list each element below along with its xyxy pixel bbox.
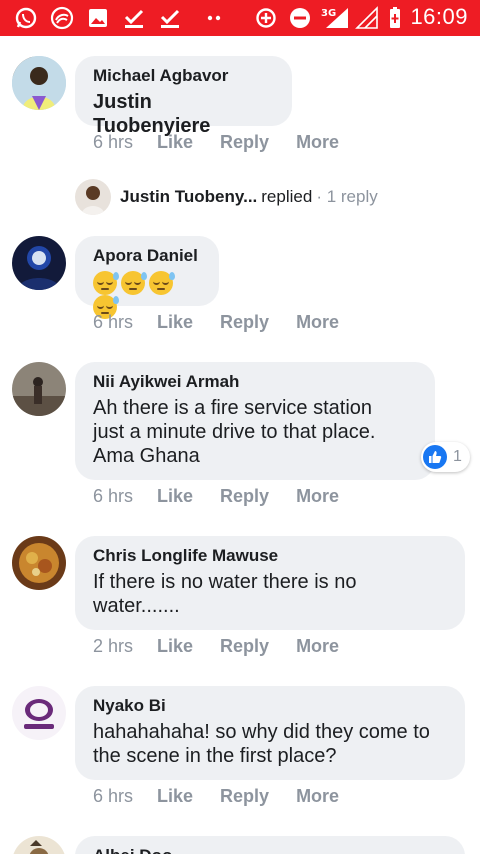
more-button[interactable]: More	[296, 486, 339, 508]
like-reaction-icon	[423, 445, 447, 469]
sleepy-face-emoji	[93, 270, 119, 295]
more-button[interactable]: More	[296, 132, 339, 154]
comment-author[interactable]: Michael Agbavor	[93, 66, 274, 86]
comment-bubble[interactable]: Nyako Bi hahahahaha! so why did they com…	[75, 686, 465, 780]
avatar[interactable]	[12, 236, 66, 290]
comment-text[interactable]: Ah there is a fire service station just …	[93, 396, 417, 468]
avatar[interactable]	[12, 362, 66, 416]
data-saver-icon	[254, 6, 278, 30]
status-bar: 3G 16:09	[0, 0, 480, 36]
comment-bubble[interactable]: Nii Ayikwei Armah Ah there is a fire ser…	[75, 362, 435, 480]
comments-feed[interactable]: Michael Agbavor Justin Tuobenyiere 6 hrs…	[0, 36, 480, 854]
comment-bubble[interactable]: Albei Doo	[75, 836, 465, 854]
comment-text[interactable]: If there is no water there is no water..…	[93, 570, 447, 618]
more-notifications-icon	[202, 6, 226, 30]
comment-line: Ah there is a fire service station	[93, 397, 373, 419]
comment-actions: 6 hrs Like Reply More	[93, 486, 366, 508]
like-button[interactable]: Like	[157, 636, 193, 658]
sleepy-face-emoji	[149, 270, 175, 295]
reply-button[interactable]: Reply	[220, 486, 269, 508]
avatar[interactable]	[12, 536, 66, 590]
comment-line: just a minute drive to that place.	[93, 421, 376, 443]
download-check-icon-2	[158, 6, 182, 30]
comment-author[interactable]: Chris Longlife Mawuse	[93, 546, 447, 566]
more-button[interactable]: More	[296, 786, 339, 808]
battery-charging-icon	[388, 6, 402, 30]
like-button[interactable]: Like	[157, 486, 193, 508]
comment-actions: 2 hrs Like Reply More	[93, 636, 366, 658]
comment-actions: 6 hrs Like Reply More	[93, 786, 366, 808]
comment-bubble[interactable]: Apora Daniel	[75, 236, 219, 320]
comment-author[interactable]: Nyako Bi	[93, 696, 447, 716]
comment-line: the scene in the first place?	[93, 745, 337, 767]
more-button[interactable]: More	[296, 636, 339, 658]
reply-avatar	[75, 179, 111, 215]
view-replies-row[interactable]: Justin Tuobeny... replied · 1 reply	[75, 179, 378, 215]
avatar[interactable]	[12, 686, 66, 740]
replier-name[interactable]: Justin Tuobeny...	[120, 187, 257, 207]
reply-button[interactable]: Reply	[220, 312, 269, 334]
reply-button[interactable]: Reply	[220, 132, 269, 154]
reply-button[interactable]: Reply	[220, 636, 269, 658]
svg-text:3G: 3G	[321, 8, 336, 19]
comment-bubble[interactable]: Chris Longlife Mawuse If there is no wat…	[75, 536, 465, 630]
reaction-count: 1	[453, 448, 462, 465]
signal-3g-icon: 3G	[320, 6, 350, 30]
comment-time: 6 hrs	[93, 312, 134, 332]
comment-text[interactable]: Justin Tuobenyiere	[93, 90, 274, 138]
comment-time: 6 hrs	[93, 132, 134, 152]
comment-author[interactable]: Albei Doo	[93, 846, 447, 854]
avatar[interactable]	[12, 836, 66, 854]
comment-text[interactable]: hahahahaha! so why did they come to the …	[93, 720, 447, 768]
comment-time: 6 hrs	[93, 786, 134, 806]
comment-author[interactable]: Nii Ayikwei Armah	[93, 372, 417, 392]
comment-time: 2 hrs	[93, 636, 134, 656]
comment-time: 6 hrs	[93, 486, 134, 506]
download-check-icon	[122, 6, 146, 30]
like-button[interactable]: Like	[157, 312, 193, 334]
whatsapp-icon	[14, 6, 38, 30]
reaction-summary[interactable]: 1	[421, 442, 470, 472]
comment-line: hahahahaha! so why did they come to	[93, 721, 430, 743]
comment-line: water.......	[93, 595, 180, 617]
signal-empty-icon	[354, 6, 380, 30]
like-button[interactable]: Like	[157, 132, 193, 154]
reply-button[interactable]: Reply	[220, 786, 269, 808]
do-not-disturb-icon	[288, 6, 312, 30]
avatar[interactable]	[12, 56, 66, 110]
comment-line: If there is no water there is no	[93, 571, 357, 593]
comment-actions: 6 hrs Like Reply More	[93, 312, 366, 334]
like-button[interactable]: Like	[157, 786, 193, 808]
clock: 16:09	[410, 4, 468, 29]
comment-author[interactable]: Apora Daniel	[93, 246, 201, 266]
more-button[interactable]: More	[296, 312, 339, 334]
gallery-icon	[86, 6, 110, 30]
browser-icon	[50, 6, 74, 30]
reply-count[interactable]: · 1 reply	[316, 187, 377, 207]
comment-actions: 6 hrs Like Reply More	[93, 132, 366, 154]
replied-label: replied	[261, 187, 313, 206]
sleepy-face-emoji	[121, 270, 147, 295]
comment-line: Ama Ghana	[93, 445, 200, 467]
comment-bubble[interactable]: Michael Agbavor Justin Tuobenyiere	[75, 56, 292, 137]
